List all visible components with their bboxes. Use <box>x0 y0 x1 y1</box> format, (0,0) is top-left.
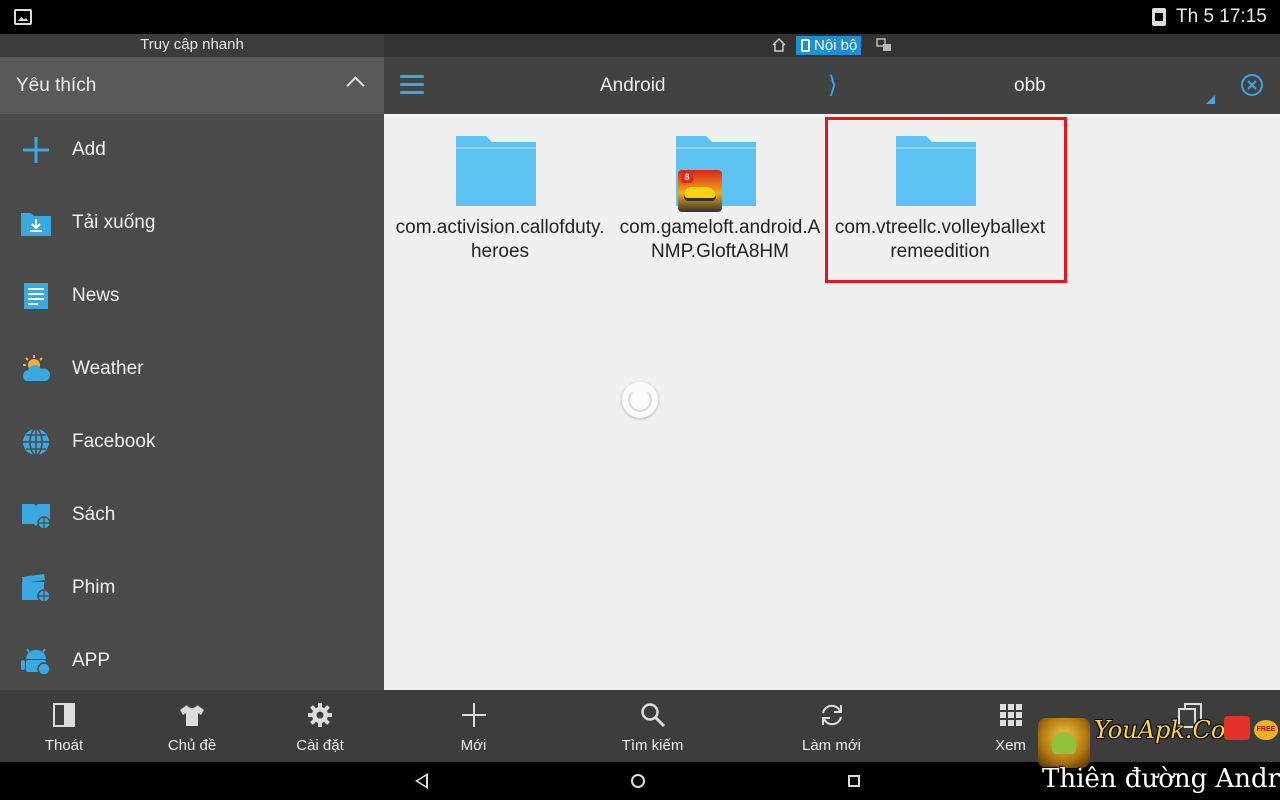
grid-view-icon <box>999 704 1022 726</box>
watermark-tagline: Thiên đường Android <box>1042 764 1280 794</box>
plus-icon <box>23 137 49 163</box>
search-button[interactable]: Tìm kiếm <box>563 690 742 762</box>
settings-button[interactable]: Cài đặt <box>256 690 384 762</box>
favorites-list: Add Tải xuống News Weather Facebook Sách… <box>0 114 384 698</box>
exit-label: Thoát <box>44 737 84 754</box>
chevron-up-icon[interactable] <box>346 76 365 95</box>
highlight-box <box>825 117 1067 283</box>
status-time: Th 5 17:15 <box>1176 6 1267 27</box>
android-icon <box>21 648 51 676</box>
watermark: YouApk.Com FREE Thiên đường Android <box>1032 712 1280 800</box>
search-label: Tìm kiếm <box>621 737 684 754</box>
theme-label: Chủ đề <box>167 737 217 754</box>
exit-button[interactable]: Thoát <box>0 690 128 762</box>
location-bar: Nội bộ <box>384 34 1280 57</box>
game-app-icon <box>678 170 722 212</box>
theme-button[interactable]: Chủ đề <box>128 690 256 762</box>
refresh-label: Làm mới <box>801 737 861 754</box>
favorite-item-movies[interactable]: Phim <box>0 552 384 625</box>
exit-icon <box>53 703 75 727</box>
favorite-item-label: Facebook <box>72 431 156 452</box>
favorite-item-label: Tải xuống <box>72 212 156 233</box>
plus-icon <box>461 703 486 727</box>
phone-icon <box>801 39 810 52</box>
internal-storage-label: Nội bộ <box>814 37 858 54</box>
home-icon[interactable] <box>772 38 786 52</box>
theme-shirt-icon <box>180 705 204 726</box>
favorite-item-label: Phim <box>72 577 116 598</box>
path-dropdown-icon[interactable] <box>1206 95 1215 104</box>
favorite-item-downloads[interactable]: Tải xuống <box>0 187 384 260</box>
file-browser: Nội bộ Android ⟩ obb com.activision.call… <box>384 34 1280 762</box>
folder-name: com.activision.callofduty.heroes <box>395 217 605 262</box>
gallery-icon <box>14 9 32 25</box>
settings-label: Cài đặt <box>296 737 344 754</box>
internal-storage-tab[interactable]: Nội bộ <box>796 36 862 55</box>
refresh-icon <box>821 704 842 726</box>
new-button[interactable]: Mới <box>384 690 563 762</box>
weather-icon <box>23 355 50 381</box>
download-folder-icon <box>21 213 51 236</box>
folder-grid: com.activision.callofduty.heroes com.gam… <box>384 114 1280 690</box>
book-icon <box>22 504 51 530</box>
recent-apps-icon[interactable] <box>848 775 860 787</box>
refresh-button[interactable]: Làm mới <box>742 690 921 762</box>
favorite-item-books[interactable]: Sách <box>0 479 384 552</box>
back-icon[interactable] <box>415 773 428 789</box>
path-bar: Android ⟩ obb <box>384 57 1280 114</box>
folder-name: com.gameloft.android.ANMP.GloftA8HM <box>619 217 821 262</box>
news-icon <box>24 283 48 309</box>
globe-icon <box>23 428 49 456</box>
favorite-item-label: News <box>72 285 120 306</box>
search-icon <box>640 703 665 728</box>
sim-card-icon <box>1152 8 1166 26</box>
favorite-item-app[interactable]: APP <box>0 625 384 698</box>
favorite-item-label: APP <box>72 650 111 671</box>
favorites-title: Yêu thích <box>16 75 97 96</box>
new-label: Mới <box>460 737 487 754</box>
favorite-item-label: Weather <box>72 358 144 379</box>
breadcrumb-android[interactable]: Android <box>600 75 666 97</box>
breadcrumb-separator-icon: ⟩ <box>828 72 838 99</box>
film-icon <box>22 574 51 603</box>
favorite-item-label: Add <box>72 139 106 160</box>
quick-access-title: Truy cập nhanh <box>0 34 384 57</box>
folder-item[interactable]: com.activision.callofduty.heroes <box>390 114 610 284</box>
favorite-item-label: Sách <box>72 504 116 525</box>
gear-icon <box>308 703 332 727</box>
status-bar: Th 5 17:15 <box>0 0 1280 34</box>
folder-icon <box>456 136 536 206</box>
breadcrumb-obb[interactable]: obb <box>1014 75 1046 97</box>
network-icon[interactable] <box>876 38 892 52</box>
home-circle-icon[interactable] <box>631 774 645 788</box>
loading-spinner <box>622 382 658 418</box>
download-icon <box>1224 716 1250 740</box>
menu-icon[interactable] <box>400 75 424 95</box>
free-badge: FREE <box>1254 720 1278 740</box>
quick-access-panel: Truy cập nhanh Yêu thích Add Tải xuống N… <box>0 34 384 762</box>
favorites-header[interactable]: Yêu thích <box>0 57 384 114</box>
favorite-item-add[interactable]: Add <box>0 114 384 187</box>
close-icon[interactable] <box>1240 73 1264 97</box>
left-toolbar: Thoát Chủ đề Cài đặt <box>0 690 384 762</box>
favorite-item-facebook[interactable]: Facebook <box>0 406 384 479</box>
favorite-item-weather[interactable]: Weather <box>0 333 384 406</box>
favorite-item-news[interactable]: News <box>0 260 384 333</box>
android-badge-icon <box>1038 718 1090 768</box>
